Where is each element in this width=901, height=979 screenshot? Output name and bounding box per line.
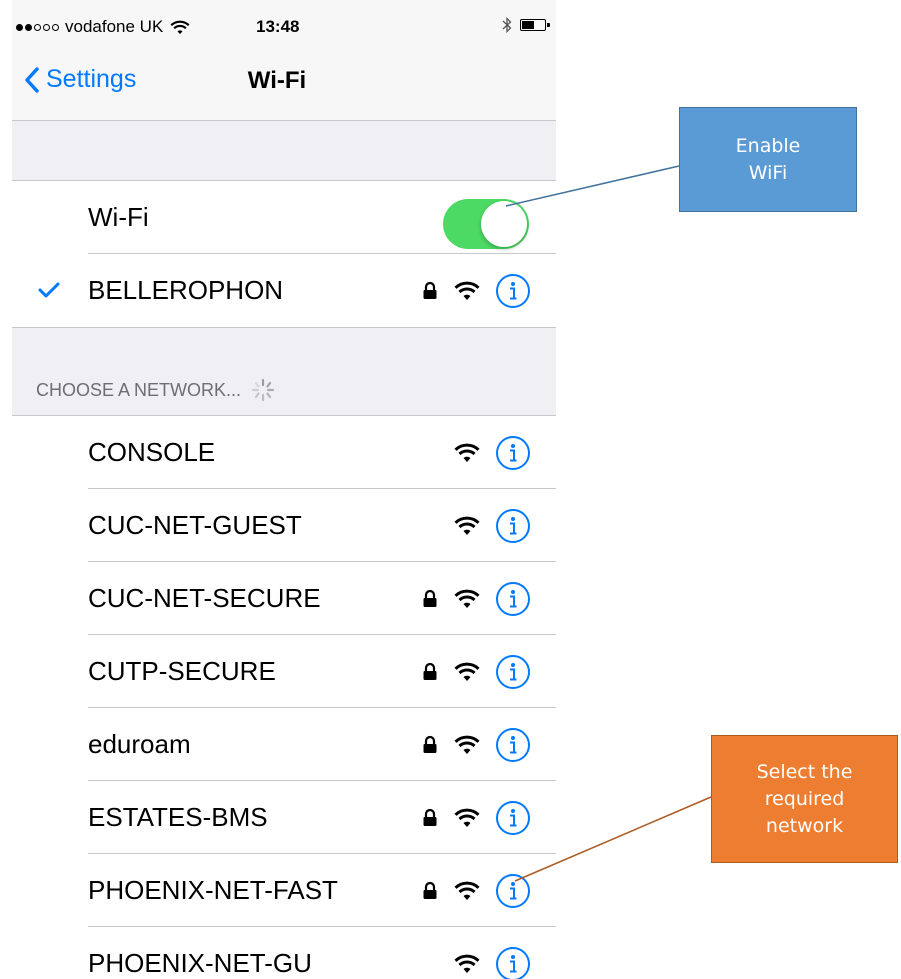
wifi-status-icon: [170, 20, 190, 34]
choose-network-header: CHOOSE A NETWORK...: [36, 378, 275, 402]
network-name: CUC-NET-GUEST: [88, 510, 302, 540]
network-row[interactable]: ESTATES-BMS: [12, 781, 556, 854]
lock-icon: [423, 881, 437, 899]
carrier-signal: vodafone UK: [16, 17, 190, 37]
network-name: eduroam: [88, 729, 191, 759]
network-row[interactable]: CONSOLE: [12, 416, 556, 489]
network-name: PHOENIX-NET-GU: [88, 948, 312, 978]
info-button[interactable]: [496, 273, 530, 308]
status-right: [502, 16, 550, 34]
info-icon: [510, 954, 517, 972]
callout-text: Enable: [735, 134, 801, 157]
network-status-icons: [422, 854, 530, 927]
info-button[interactable]: [496, 800, 530, 835]
network-status-icons: [454, 416, 530, 489]
info-icon: [510, 281, 517, 299]
section-header-label: CHOOSE A NETWORK...: [36, 379, 242, 400]
network-row[interactable]: CUTP-SECURE: [12, 635, 556, 708]
info-button[interactable]: [496, 435, 530, 470]
info-button[interactable]: [496, 654, 530, 689]
network-name: CUTP-SECURE: [88, 656, 276, 686]
checkmark-icon: [38, 282, 60, 298]
toggle-knob: [481, 201, 527, 247]
info-icon: [510, 808, 517, 826]
network-row[interactable]: PHOENIX-NET-FAST: [12, 854, 556, 927]
wifi-signal-icon: [454, 808, 480, 827]
wifi-signal-icon: [454, 589, 480, 608]
lock-icon: [423, 589, 437, 607]
group-bottom-border: [12, 327, 556, 328]
bluetooth-icon: [502, 16, 512, 34]
battery-icon: [520, 19, 550, 31]
network-status-icons: [422, 708, 530, 781]
enable-wifi-callout: Enable WiFi: [679, 107, 857, 212]
info-icon: [510, 662, 517, 680]
carrier-name: vodafone UK: [65, 17, 164, 36]
info-icon: [510, 881, 517, 899]
network-row[interactable]: PHOENIX-NET-GU: [12, 927, 556, 979]
callout-text: Select the: [756, 760, 853, 783]
info-icon: [510, 735, 517, 753]
network-status-icons: [422, 781, 530, 854]
network-row[interactable]: eduroam: [12, 708, 556, 781]
lock-icon: [423, 735, 437, 753]
lock-icon: [423, 281, 437, 299]
network-name: BELLEROPHON: [88, 275, 284, 305]
info-button[interactable]: [496, 873, 530, 908]
network-list: CONSOLE CUC-NET-GUEST CUC-NET-SECURE CUTP-S…: [12, 416, 556, 979]
signal-dot-icon: [25, 23, 32, 31]
info-button[interactable]: [496, 581, 530, 616]
signal-dot-icon: [16, 23, 23, 31]
info-icon: [510, 443, 517, 461]
signal-dot-icon: [43, 23, 50, 31]
signal-dot-icon: [34, 23, 41, 31]
callout-text: WiFi: [748, 161, 788, 184]
wifi-signal-icon: [454, 516, 480, 535]
info-button[interactable]: [496, 508, 530, 543]
status-bar: vodafone UK 13:48: [12, 0, 556, 40]
wifi-signal-icon: [454, 281, 480, 300]
network-row[interactable]: CUC-NET-GUEST: [12, 489, 556, 562]
nav-bar: Settings Wi-Fi: [12, 40, 556, 121]
wifi-toggle-row: Wi-Fi: [12, 181, 556, 254]
info-icon: [510, 516, 517, 534]
page-title: Wi-Fi: [247, 67, 307, 94]
wifi-group: Wi-Fi BELLEROPHON: [12, 181, 556, 327]
wifi-signal-icon: [454, 735, 480, 754]
network-status-icons: [454, 489, 530, 562]
wifi-signal-icon: [454, 954, 480, 973]
network-name: ESTATES-BMS: [88, 802, 268, 832]
wifi-toggle-switch[interactable]: [443, 199, 529, 249]
callout-text: required: [764, 787, 845, 810]
iphone-screen: vodafone UK 13:48 Settings Wi-Fi Wi-Fi B…: [12, 0, 556, 979]
network-status-icons: [422, 635, 530, 708]
info-icon: [510, 589, 517, 607]
network-name: CUC-NET-SECURE: [88, 583, 321, 613]
signal-dot-icon: [52, 23, 59, 31]
lock-icon: [423, 808, 437, 826]
network-status-icons: [422, 254, 530, 327]
network-status-icons: [422, 562, 530, 635]
wifi-signal-icon: [454, 662, 480, 681]
connected-network-row[interactable]: BELLEROPHON: [12, 254, 556, 327]
loading-spinner-icon: [251, 378, 275, 402]
wifi-toggle-label: Wi-Fi: [88, 202, 149, 232]
network-status-icons: [454, 927, 530, 979]
status-time: 13:48: [256, 17, 300, 36]
network-name: CONSOLE: [88, 437, 216, 467]
wifi-signal-icon: [454, 443, 480, 462]
lock-icon: [423, 662, 437, 680]
info-button[interactable]: [496, 727, 530, 762]
wifi-signal-icon: [454, 881, 480, 900]
select-network-callout: Select the required network: [711, 735, 898, 863]
info-button[interactable]: [496, 946, 530, 979]
network-row[interactable]: CUC-NET-SECURE: [12, 562, 556, 635]
callout-text: network: [765, 814, 844, 837]
network-name: PHOENIX-NET-FAST: [88, 875, 338, 905]
